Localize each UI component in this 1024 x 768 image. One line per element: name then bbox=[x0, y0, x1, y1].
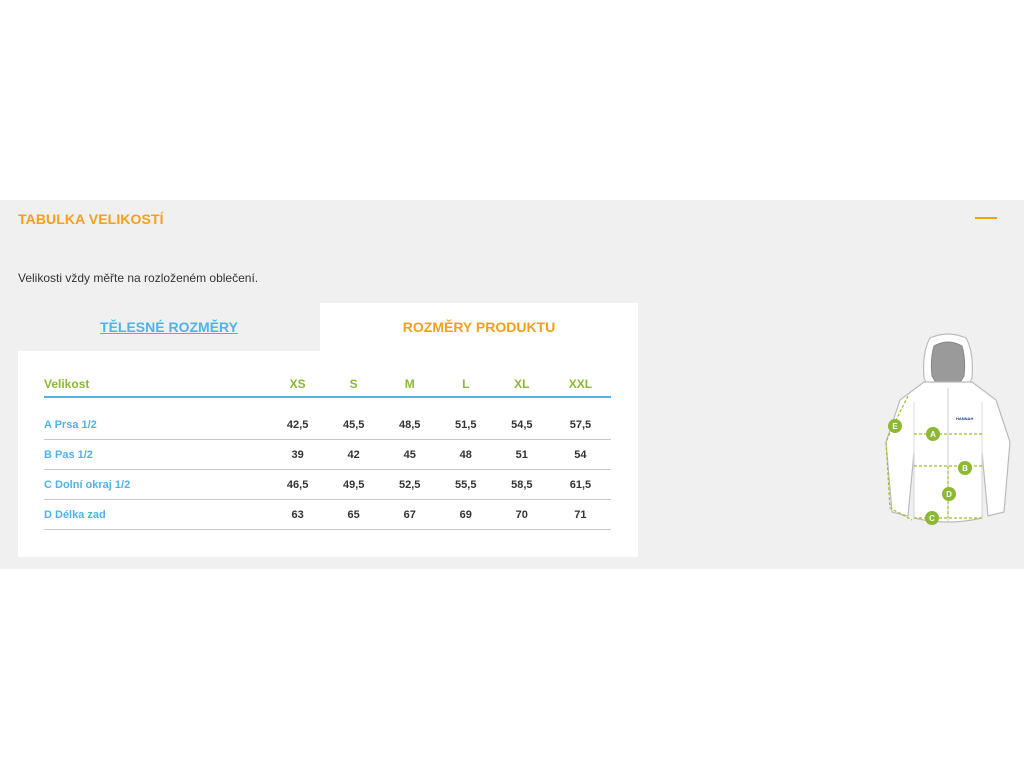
header-size-xl: XL bbox=[493, 371, 550, 398]
header-size-label: Velikost bbox=[44, 371, 270, 398]
table-cell: 57,5 bbox=[549, 410, 611, 440]
svg-text:E: E bbox=[892, 422, 898, 431]
table-cell: 39 bbox=[269, 439, 326, 470]
svg-text:A: A bbox=[930, 430, 936, 439]
table-cell: 52,5 bbox=[381, 469, 438, 500]
table-cell: 49,5 bbox=[325, 469, 382, 500]
size-table-container: Velikost XS S M L XL XXL A Prsa 1/2 42,5… bbox=[18, 351, 638, 557]
table-cell: 48,5 bbox=[381, 410, 438, 440]
tab-body-measurements[interactable]: TĚLESNÉ ROZMĚRY bbox=[18, 303, 320, 351]
table-cell: 70 bbox=[493, 499, 550, 530]
row-label: A Prsa 1/2 bbox=[44, 410, 270, 440]
marker-d: D bbox=[942, 487, 956, 501]
table-cell: 45,5 bbox=[325, 410, 382, 440]
table-cell: 45 bbox=[381, 439, 438, 470]
table-cell: 67 bbox=[381, 499, 438, 530]
table-cell: 54,5 bbox=[493, 410, 550, 440]
panel-title: TABULKA VELIKOSTÍ bbox=[18, 211, 164, 227]
header-size-l: L bbox=[437, 371, 494, 398]
table-cell: 61,5 bbox=[549, 469, 611, 500]
marker-b: B bbox=[958, 461, 972, 475]
measuring-note: Velikosti vždy měřte na rozloženém obleč… bbox=[18, 271, 259, 285]
tab-product-measurements[interactable]: ROZMĚRY PRODUKTU bbox=[320, 303, 638, 351]
svg-text:C: C bbox=[929, 514, 935, 523]
table-row: C Dolní okraj 1/2 46,5 49,5 52,5 55,5 58… bbox=[44, 469, 611, 500]
table-cell: 48 bbox=[437, 439, 494, 470]
table-cell: 51,5 bbox=[437, 410, 494, 440]
table-cell: 54 bbox=[549, 439, 611, 470]
marker-e: E bbox=[888, 419, 902, 433]
table-cell: 58,5 bbox=[493, 469, 550, 500]
table-header-row: Velikost XS S M L XL XXL bbox=[44, 371, 611, 398]
row-label: C Dolní okraj 1/2 bbox=[44, 469, 270, 500]
table-cell: 71 bbox=[549, 499, 611, 530]
table-cell: 69 bbox=[437, 499, 494, 530]
brand-logo-text: HANNAH bbox=[956, 416, 973, 421]
row-label: B Pas 1/2 bbox=[44, 439, 270, 470]
table-cell: 51 bbox=[493, 439, 550, 470]
marker-a: A bbox=[926, 427, 940, 441]
collapse-minus-icon[interactable] bbox=[975, 217, 997, 219]
svg-text:B: B bbox=[962, 464, 968, 473]
table-cell: 55,5 bbox=[437, 469, 494, 500]
marker-c: C bbox=[925, 511, 939, 525]
size-table: Velikost XS S M L XL XXL A Prsa 1/2 42,5… bbox=[44, 371, 611, 530]
size-chart-panel: TABULKA VELIKOSTÍ Velikosti vždy měřte n… bbox=[0, 200, 1024, 569]
header-size-xxl: XXL bbox=[549, 371, 611, 398]
table-row: B Pas 1/2 39 42 45 48 51 54 bbox=[44, 439, 611, 470]
table-row: D Délka zad 63 65 67 69 70 71 bbox=[44, 499, 611, 530]
header-size-xs: XS bbox=[269, 371, 326, 398]
jacket-measurement-diagram: HANNAH A B C D E bbox=[885, 333, 1011, 525]
table-cell: 63 bbox=[269, 499, 326, 530]
table-cell: 46,5 bbox=[269, 469, 326, 500]
row-label: D Délka zad bbox=[44, 499, 270, 530]
svg-text:D: D bbox=[946, 490, 952, 499]
header-size-m: M bbox=[381, 371, 438, 398]
table-cell: 42,5 bbox=[269, 410, 326, 440]
table-row: A Prsa 1/2 42,5 45,5 48,5 51,5 54,5 57,5 bbox=[44, 410, 611, 440]
table-cell: 42 bbox=[325, 439, 382, 470]
table-cell: 65 bbox=[325, 499, 382, 530]
header-size-s: S bbox=[325, 371, 382, 398]
